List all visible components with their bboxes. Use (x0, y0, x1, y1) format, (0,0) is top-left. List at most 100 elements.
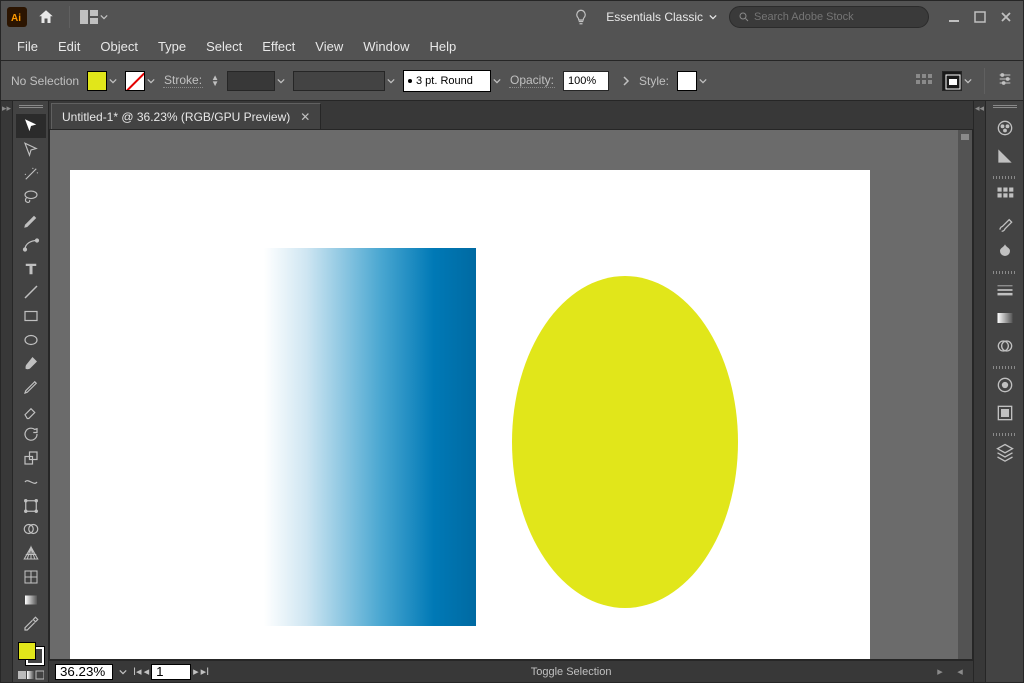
opacity-label[interactable]: Opacity: (509, 73, 555, 88)
rectangle-shape[interactable] (264, 248, 476, 626)
expand-panels-button[interactable]: ◂◂ (973, 101, 985, 682)
menu-object[interactable]: Object (90, 35, 148, 58)
adobe-stock-search[interactable] (729, 6, 929, 28)
ellipse-shape[interactable] (512, 276, 738, 608)
menu-type[interactable]: Type (148, 35, 196, 58)
scroll-left-button[interactable]: ◂ (953, 665, 967, 679)
menu-view[interactable]: View (305, 35, 353, 58)
graphic-style-control[interactable] (677, 71, 707, 91)
tool-shape-builder[interactable] (16, 517, 46, 541)
chevron-down-icon (493, 77, 501, 85)
tool-magic-wand[interactable] (16, 162, 46, 186)
stroke-swatch-control[interactable] (125, 71, 155, 91)
align-to-control[interactable] (942, 71, 972, 91)
color-mode-row[interactable] (16, 667, 46, 682)
panel-group-grip[interactable] (993, 176, 1017, 179)
tool-free-transform[interactable] (16, 494, 46, 518)
next-artboard-button[interactable]: ▸ (193, 665, 199, 678)
panel-grip[interactable] (19, 105, 43, 110)
zoom-input[interactable] (55, 664, 113, 680)
workspace-switcher[interactable]: Essentials Classic (606, 10, 717, 24)
close-button[interactable] (995, 10, 1017, 24)
arrange-documents-button[interactable] (80, 10, 108, 24)
panel-group-grip[interactable] (993, 433, 1017, 436)
brush-preview: 3 pt. Round (403, 70, 491, 92)
panel-transparency[interactable] (990, 332, 1020, 360)
chevron-down-icon[interactable] (119, 668, 127, 676)
tool-type[interactable] (16, 257, 46, 281)
artboard-index-input[interactable] (151, 664, 191, 680)
minimize-button[interactable] (943, 10, 965, 24)
tool-width[interactable] (16, 470, 46, 494)
menu-edit[interactable]: Edit (48, 35, 90, 58)
chevron-down-icon (709, 13, 717, 21)
panel-layers[interactable] (990, 438, 1020, 466)
align-to-icon (942, 71, 962, 91)
panel-symbols[interactable] (990, 237, 1020, 265)
tool-perspective-grid[interactable] (16, 541, 46, 565)
variable-width-profile[interactable] (293, 71, 395, 91)
vertical-scrollbar[interactable] (958, 130, 972, 659)
panel-brushes[interactable] (990, 209, 1020, 237)
artboard[interactable] (70, 170, 870, 660)
home-button[interactable] (33, 4, 59, 30)
tool-rotate[interactable] (16, 423, 46, 447)
close-tab-button[interactable]: ✕ (300, 110, 310, 124)
document-setup-button[interactable] (916, 74, 934, 88)
brush-definition[interactable]: 3 pt. Round (403, 70, 501, 92)
tool-ellipse[interactable] (16, 328, 46, 352)
tool-scale[interactable] (16, 446, 46, 470)
panel-color-guide[interactable] (990, 142, 1020, 170)
tool-lasso[interactable] (16, 186, 46, 210)
tool-curvature[interactable] (16, 233, 46, 257)
tool-paintbrush[interactable] (16, 352, 46, 376)
menu-window[interactable]: Window (353, 35, 419, 58)
tool-direct-selection[interactable] (16, 138, 46, 162)
stroke-weight-stepper[interactable]: ▲▼ (211, 75, 219, 87)
tool-selection[interactable] (16, 114, 46, 138)
discover-tips-button[interactable] (568, 4, 594, 30)
panel-color[interactable] (990, 114, 1020, 142)
preferences-button[interactable] (997, 71, 1013, 90)
stroke-swatch (125, 71, 145, 91)
panel-grip[interactable] (993, 105, 1017, 110)
opacity-input[interactable] (563, 71, 609, 91)
tool-mesh[interactable] (16, 565, 46, 589)
menu-effect[interactable]: Effect (252, 35, 305, 58)
panel-graphic-styles[interactable] (990, 399, 1020, 427)
chevron-right-icon[interactable] (621, 76, 631, 86)
tool-eyedropper[interactable] (16, 612, 46, 636)
tool-line-segment[interactable] (16, 280, 46, 304)
tools-panel (13, 101, 49, 682)
first-artboard-button[interactable]: I◂ (133, 665, 142, 678)
document-tab-title: Untitled-1* @ 36.23% (RGB/GPU Preview) (62, 110, 290, 124)
stock-search-input[interactable] (754, 11, 920, 23)
tool-gradient[interactable] (16, 589, 46, 613)
panel-appearance[interactable] (990, 371, 1020, 399)
style-label: Style: (639, 74, 669, 88)
scroll-right-button[interactable]: ▸ (933, 665, 947, 679)
document-tab[interactable]: Untitled-1* @ 36.23% (RGB/GPU Preview) ✕ (51, 103, 321, 129)
stroke-label[interactable]: Stroke: (163, 73, 203, 88)
fill-swatch-control[interactable] (87, 71, 117, 91)
menu-file[interactable]: File (7, 35, 48, 58)
expand-tools-button[interactable]: ▸▸ (1, 101, 13, 682)
menu-help[interactable]: Help (419, 35, 466, 58)
stroke-weight-input[interactable] (227, 71, 275, 91)
tool-pen[interactable] (16, 209, 46, 233)
panel-gradient[interactable] (990, 304, 1020, 332)
tool-rectangle[interactable] (16, 304, 46, 328)
panel-stroke[interactable] (990, 276, 1020, 304)
menu-select[interactable]: Select (196, 35, 252, 58)
maximize-button[interactable] (969, 10, 991, 24)
panel-group-grip[interactable] (993, 366, 1017, 369)
tool-eraser[interactable] (16, 399, 46, 423)
panel-swatches[interactable] (990, 181, 1020, 209)
fill-stroke-indicator[interactable] (16, 640, 46, 667)
main-area: ▸▸ Un (1, 101, 1023, 682)
tool-pencil[interactable] (16, 375, 46, 399)
panel-group-grip[interactable] (993, 271, 1017, 274)
last-artboard-button[interactable]: ▸I (201, 665, 210, 678)
canvas[interactable] (49, 129, 973, 660)
prev-artboard-button[interactable]: ◂ (144, 665, 150, 678)
